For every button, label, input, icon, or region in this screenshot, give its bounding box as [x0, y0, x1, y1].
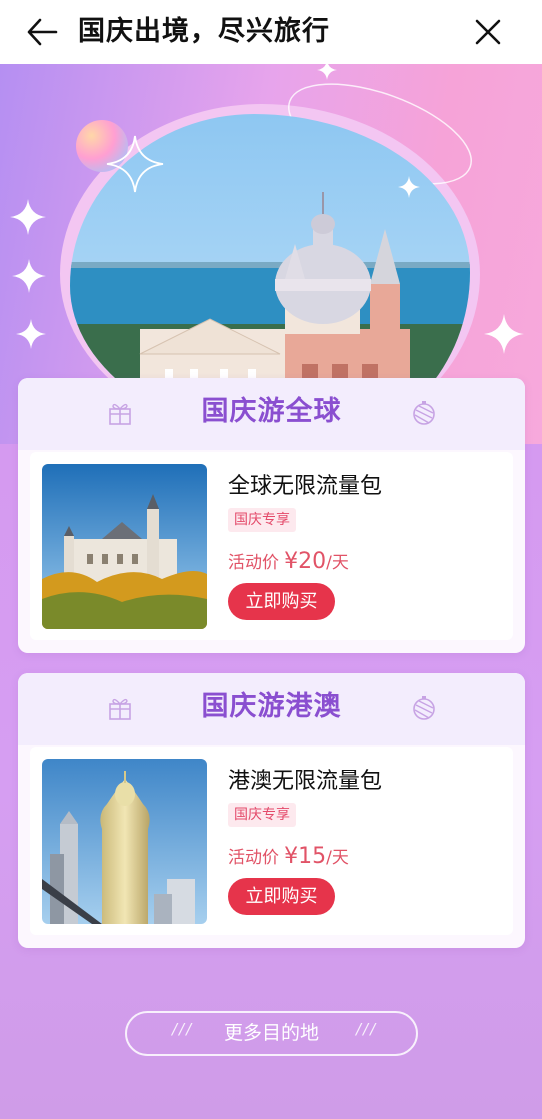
sparkle-icon: [106, 135, 164, 193]
section-header: 国庆游全球: [18, 378, 525, 450]
price-value: ¥20: [284, 549, 327, 574]
section-card-global: 国庆游全球 全球无限流量包 国庆专享 活动价 ¥20/天 立即购买: [18, 378, 525, 653]
sparkle-icon: [398, 176, 420, 198]
product-name: 港澳无限流量包: [228, 769, 383, 794]
price-unit: /天: [326, 553, 349, 573]
decor-slashes: ///: [356, 1020, 378, 1038]
product-item[interactable]: 全球无限流量包 国庆专享 活动价 ¥20/天 立即购买: [30, 452, 513, 640]
sparkle-icon: [16, 319, 46, 349]
section-header: 国庆游港澳: [18, 673, 525, 745]
page-title: 国庆出境，尽兴旅行: [78, 16, 330, 47]
promo-tag: 国庆专享: [228, 508, 296, 532]
promo-tag: 国庆专享: [228, 803, 296, 827]
price-label: 活动价: [228, 848, 279, 868]
section-card-hk-macau: 国庆游港澳 港澳无限流量包 国庆专享 活动价 ¥15/天 立即购买: [18, 673, 525, 948]
price-row: 活动价 ¥20/天: [228, 548, 349, 574]
price-unit: /天: [326, 848, 349, 868]
buy-now-button[interactable]: 立即购买: [228, 583, 335, 620]
arrow-left-icon: [27, 18, 58, 46]
close-button[interactable]: [468, 12, 508, 52]
product-item[interactable]: 港澳无限流量包 国庆专享 活动价 ¥15/天 立即购买: [30, 747, 513, 935]
ornament-icon: [413, 401, 435, 425]
sparkle-icon: [484, 314, 524, 354]
section-title: 国庆游港澳: [201, 691, 342, 722]
section-title: 国庆游全球: [201, 396, 342, 427]
close-icon: [475, 19, 501, 45]
price-value: ¥15: [284, 844, 327, 869]
castle-photo: [42, 464, 207, 629]
buy-now-button[interactable]: 立即购买: [228, 878, 335, 915]
sparkle-icon: [10, 199, 46, 235]
top-bar: 国庆出境，尽兴旅行: [0, 0, 542, 64]
price-label: 活动价: [228, 553, 279, 573]
sparkle-icon: [317, 64, 337, 80]
product-name: 全球无限流量包: [228, 474, 383, 499]
decor-slashes: ///: [172, 1020, 194, 1038]
sparkle-icon: [12, 259, 46, 293]
back-button[interactable]: [22, 12, 62, 52]
macau-skyline-photo: [42, 759, 207, 924]
ornament-icon: [413, 696, 435, 720]
price-row: 活动价 ¥15/天: [228, 843, 349, 869]
